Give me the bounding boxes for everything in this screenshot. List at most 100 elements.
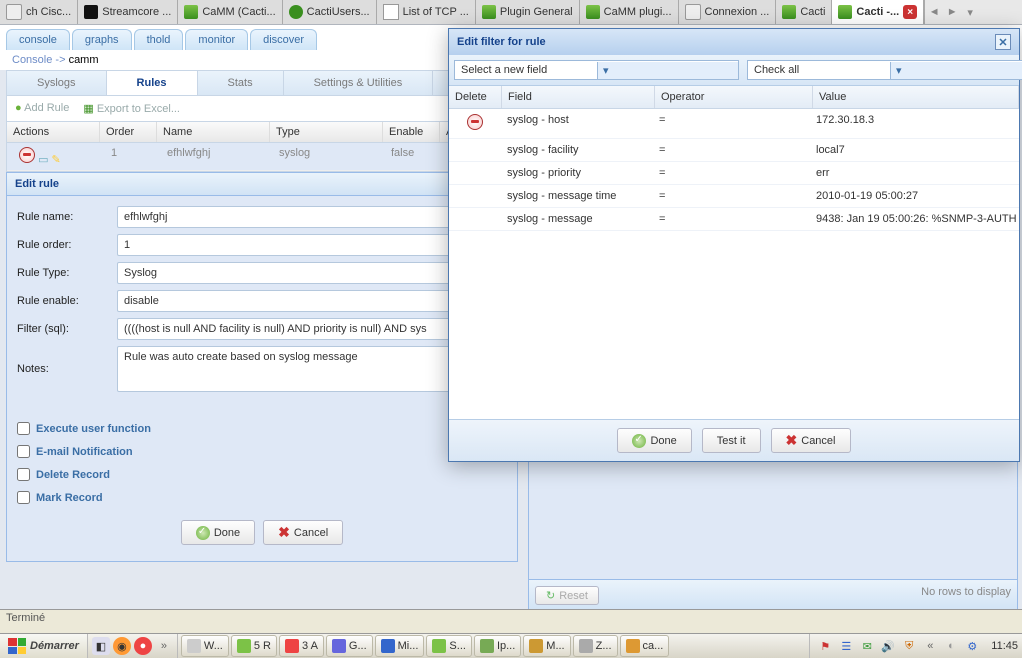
cell-field: syslog - facility xyxy=(501,139,653,161)
browser-tab[interactable]: ch Cisc... xyxy=(0,0,78,24)
checkbox[interactable] xyxy=(17,422,30,435)
delete-icon[interactable] xyxy=(467,114,483,130)
chevron-down-icon[interactable]: ▾ xyxy=(597,62,738,79)
browser-tab[interactable]: List of TCP ... xyxy=(377,0,476,24)
browser-tab[interactable]: CactiUsers... xyxy=(283,0,377,24)
browser-tab[interactable]: Cacti xyxy=(776,0,832,24)
row-action-icons[interactable]: ▭ ✎ xyxy=(13,147,105,166)
task-button[interactable]: G... xyxy=(326,635,373,657)
label-notes: Notes: xyxy=(17,363,117,375)
section-tab-settings[interactable]: Settings & Utilities xyxy=(284,71,434,95)
task-button[interactable]: Mi... xyxy=(375,635,425,657)
section-tab-rules[interactable]: Rules xyxy=(107,71,198,95)
browser-tab[interactable]: Plugin General xyxy=(476,0,580,24)
cancel-button[interactable]: ✖Cancel xyxy=(771,428,851,453)
nav-tab-discover[interactable]: discover xyxy=(250,29,317,50)
check-delete-record[interactable]: Delete Record xyxy=(17,468,507,481)
tray-icon[interactable]: ☰ xyxy=(837,637,855,655)
panel-button-bar: Done ✖Cancel xyxy=(17,514,507,551)
filter-row[interactable]: syslog - priority=err xyxy=(449,162,1019,185)
taskbar-clock[interactable]: 11:45 xyxy=(987,640,1022,652)
browser-tab[interactable]: Streamcore ... xyxy=(78,0,178,24)
browser-tab[interactable]: CaMM plugi... xyxy=(580,0,679,24)
nav-tab-thold[interactable]: thold xyxy=(134,29,184,50)
tray-icon[interactable]: 🔊 xyxy=(879,637,897,655)
close-icon[interactable]: × xyxy=(903,5,917,19)
task-button[interactable]: 5 R xyxy=(231,635,277,657)
task-button[interactable]: M... xyxy=(523,635,570,657)
filter-row[interactable]: syslog - message time=2010-01-19 05:00:2… xyxy=(449,185,1019,208)
section-tab-syslogs[interactable]: Syslogs xyxy=(7,71,107,95)
tray-icon[interactable]: ⚙ xyxy=(963,637,981,655)
filter-row[interactable]: syslog - message=9438: Jan 19 05:00:26: … xyxy=(449,208,1019,231)
browser-tab-active[interactable]: Cacti -...× xyxy=(832,0,924,24)
tray-icon[interactable]: ⚑ xyxy=(816,637,834,655)
cell-val: 9438: Jan 19 05:00:26: %SNMP-3-AUTH xyxy=(810,208,1019,230)
start-button[interactable]: Démarrer xyxy=(0,634,88,658)
nav-tab-graphs[interactable]: graphs xyxy=(72,29,132,50)
checkbox[interactable] xyxy=(17,468,30,481)
tab-label: ch Cisc... xyxy=(26,6,71,18)
field-select[interactable]: Select a new field▾ xyxy=(454,60,739,80)
task-button[interactable]: Z... xyxy=(573,635,618,657)
check-all-select[interactable]: Check all▾ xyxy=(747,60,1022,80)
tab-menu-icon[interactable]: ▾ xyxy=(961,6,979,19)
quick-launch: ◧ ◉ ● » xyxy=(88,634,178,658)
check-exec-user-fn[interactable]: Execute user function xyxy=(17,422,507,435)
modal-toolbar: Select a new field▾ Check all▾ xyxy=(449,55,1019,86)
check-mark-record[interactable]: Mark Record xyxy=(17,491,507,504)
tray-icon[interactable]: ⛨ xyxy=(900,637,918,655)
modal-header[interactable]: Edit filter for rule ✕ xyxy=(449,29,1019,55)
tray-more-icon[interactable]: « xyxy=(921,637,939,655)
nav-tab-monitor[interactable]: monitor xyxy=(185,29,248,50)
browser-tab-strip: ch Cisc... Streamcore ... CaMM (Cacti...… xyxy=(0,0,1022,25)
task-button[interactable]: 3 A xyxy=(279,635,324,657)
edit-rule-panel: Edit rule Rule name:efhlwfghj Rule order… xyxy=(6,172,518,562)
label-filter-sql: Filter (sql): xyxy=(17,323,117,335)
panel-body: Rule name:efhlwfghj Rule order:1 Rule Ty… xyxy=(7,196,517,561)
done-button[interactable]: Done xyxy=(181,520,255,545)
filter-row[interactable]: syslog - host=172.30.18.3 xyxy=(449,109,1019,139)
browser-tab[interactable]: CaMM (Cacti... xyxy=(178,0,282,24)
add-rule-button[interactable]: ● Add Rule xyxy=(15,102,69,115)
edit-filter-modal: Edit filter for rule ✕ Select a new fiel… xyxy=(448,28,1020,462)
col-delete: Delete xyxy=(449,86,502,108)
close-icon[interactable]: ✕ xyxy=(995,34,1011,50)
copy-icon[interactable]: ▭ xyxy=(38,154,48,166)
ql-icon[interactable]: ◉ xyxy=(113,637,131,655)
plus-icon: ● xyxy=(15,102,22,114)
task-button[interactable]: Ip... xyxy=(474,635,521,657)
col-field: Field xyxy=(502,86,655,108)
task-button[interactable]: W... xyxy=(181,635,229,657)
tray-icon[interactable]: ✉ xyxy=(858,637,876,655)
ql-icon[interactable]: ● xyxy=(134,637,152,655)
task-button[interactable]: ca... xyxy=(620,635,670,657)
app-icon xyxy=(579,639,593,653)
section-tab-stats[interactable]: Stats xyxy=(198,71,284,95)
check-email-notif[interactable]: E-mail Notification xyxy=(17,445,507,458)
test-button[interactable]: Test it xyxy=(702,428,761,453)
edit-icon[interactable]: ✎ xyxy=(52,154,61,166)
filter-row[interactable]: syslog - facility=local7 xyxy=(449,139,1019,162)
reset-button[interactable]: ↻Reset xyxy=(535,586,599,605)
x-icon: ✖ xyxy=(786,432,798,449)
tray-icon[interactable]: ◐ xyxy=(942,637,960,655)
export-excel-button[interactable]: ▦ Export to Excel... xyxy=(83,102,180,115)
tab-label: List of TCP ... xyxy=(403,6,469,18)
checkbox[interactable] xyxy=(17,445,30,458)
delete-icon[interactable] xyxy=(19,147,35,163)
ql-icon[interactable]: ◧ xyxy=(92,637,110,655)
browser-tab[interactable]: Connexion ... xyxy=(679,0,777,24)
tab-next-icon[interactable]: ► xyxy=(943,6,961,18)
ql-more-icon[interactable]: » xyxy=(155,637,173,655)
tab-prev-icon[interactable]: ◄ xyxy=(925,6,943,18)
cancel-button[interactable]: ✖Cancel xyxy=(263,520,343,545)
done-button[interactable]: Done xyxy=(617,428,691,453)
check-icon xyxy=(632,434,646,448)
browser-status-bar: Terminé xyxy=(0,609,1022,634)
checkbox[interactable] xyxy=(17,491,30,504)
nav-tab-console[interactable]: console xyxy=(6,29,70,50)
chevron-down-icon[interactable]: ▾ xyxy=(890,62,1022,79)
col-value: Value xyxy=(813,86,1019,108)
task-button[interactable]: S... xyxy=(426,635,472,657)
